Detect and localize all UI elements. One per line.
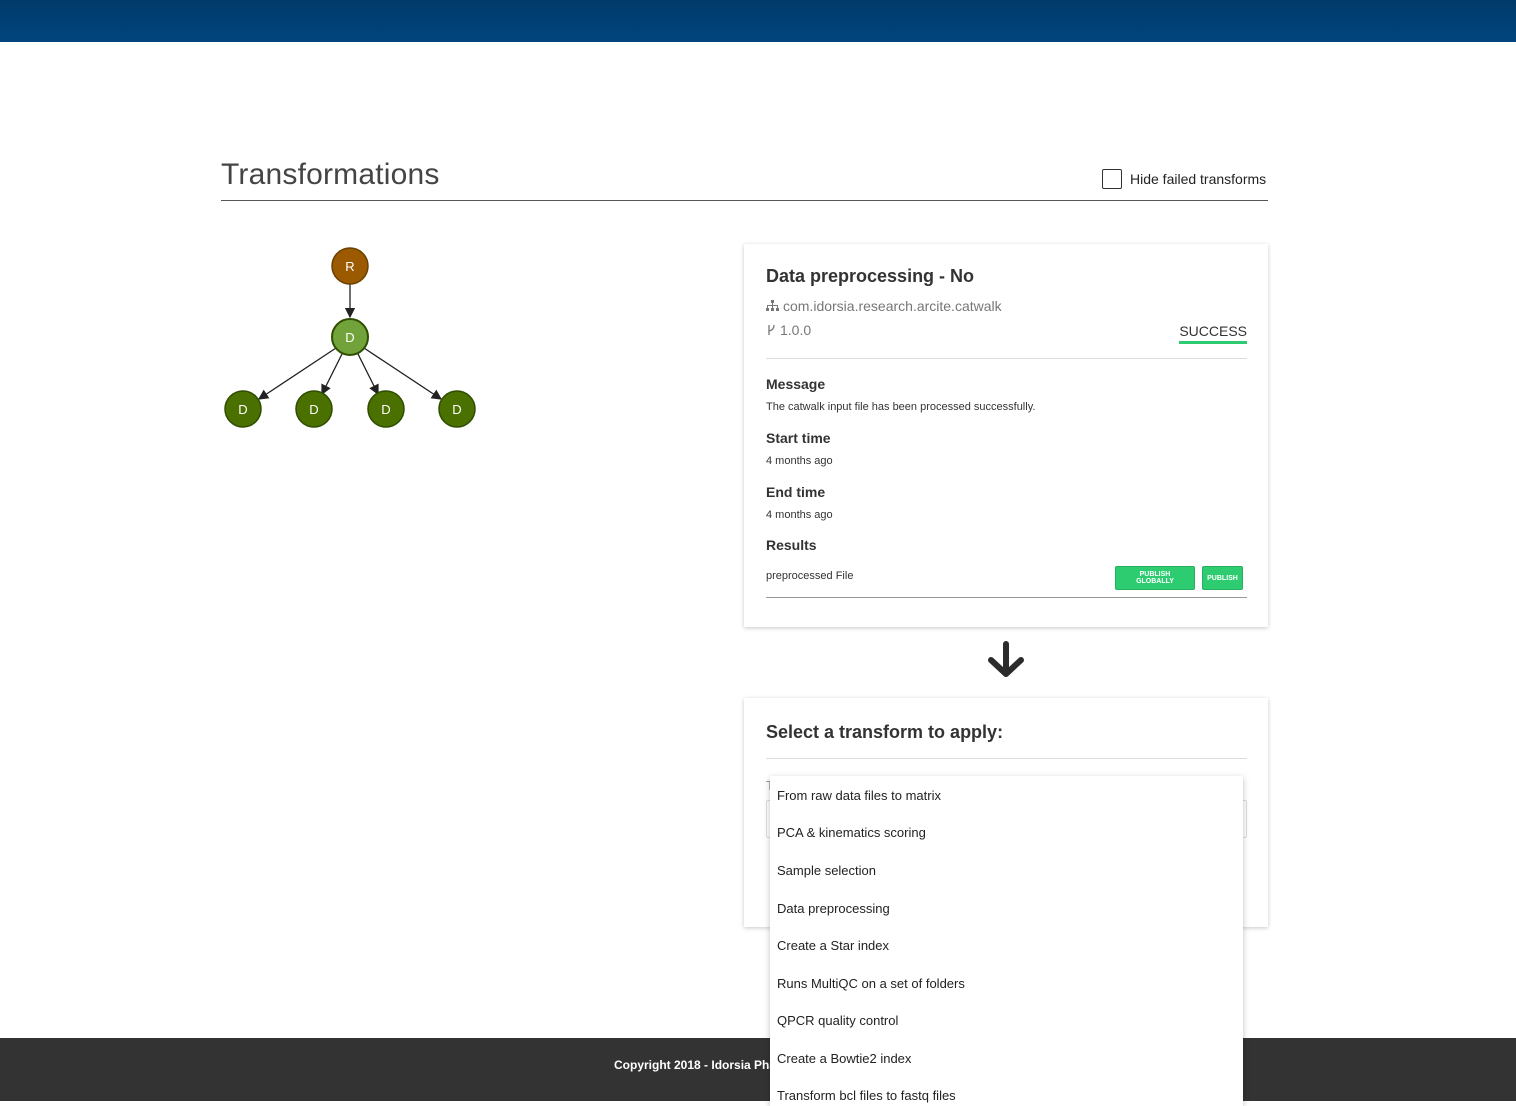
graph-node-label: D xyxy=(381,402,390,417)
page-title: Transformations xyxy=(221,158,440,191)
graph-node-child[interactable]: D xyxy=(224,390,262,428)
graph-edge xyxy=(363,347,443,400)
hide-failed-checkbox[interactable] xyxy=(1102,169,1122,189)
version-row: 1.0.0 xyxy=(766,322,811,338)
result-name: preprocessed File xyxy=(766,570,854,582)
end-time-label: End time xyxy=(766,484,826,500)
dropdown-option[interactable]: Runs MultiQC on a set of folders xyxy=(777,976,965,991)
graph-node-label: D xyxy=(309,402,318,417)
graph-edge xyxy=(321,353,343,396)
publish-globally-button[interactable]: PUBLISH GLOBALLY xyxy=(1115,566,1195,590)
apply-transform-title: Select a transform to apply: xyxy=(766,722,1004,742)
graph-node-label: R xyxy=(345,259,354,274)
message-label: Message xyxy=(766,376,826,392)
end-time-value: 4 months ago xyxy=(766,509,833,521)
dropdown-option[interactable]: Sample selection xyxy=(777,863,876,878)
transform-detail-card: Data preprocessing - No com.idorsia.rese… xyxy=(744,244,1268,627)
version-number: 1.0.0 xyxy=(780,322,812,338)
graph-node-child[interactable]: D xyxy=(295,390,333,428)
branch-icon xyxy=(768,324,775,335)
graph-node-label: D xyxy=(452,402,461,417)
dropdown-option[interactable]: QPCR quality control xyxy=(777,1013,898,1028)
graph-edge xyxy=(357,353,379,396)
title-divider xyxy=(221,200,1268,201)
copyright-text: Copyright 2018 - Idorsia Pha xyxy=(614,1058,777,1072)
graph-node-selected[interactable]: D xyxy=(331,318,369,356)
start-time-value: 4 months ago xyxy=(766,455,833,467)
footer: Copyright 2018 - Idorsia Pha xyxy=(0,1038,1516,1101)
dropdown-option[interactable]: Create a Bowtie2 index xyxy=(777,1051,911,1066)
dropdown-option[interactable]: From raw data files to matrix xyxy=(777,788,941,803)
results-divider xyxy=(766,597,1247,598)
transform-graph: R D D D D D xyxy=(224,247,476,428)
transform-dropdown-menu[interactable]: From raw data files to matrix PCA & kine… xyxy=(770,776,1243,1106)
arrow-down-icon xyxy=(988,641,1024,677)
graph-node-child[interactable]: D xyxy=(367,390,405,428)
sitemap-icon xyxy=(766,300,779,311)
results-label: Results xyxy=(766,537,817,553)
message-text: The catwalk input file has been processe… xyxy=(766,401,1036,413)
graph-node-label: D xyxy=(345,330,354,345)
graph-node-child[interactable]: D xyxy=(438,390,476,428)
hide-failed-toggle[interactable]: Hide failed transforms xyxy=(1102,169,1266,189)
dropdown-option[interactable]: PCA & kinematics scoring xyxy=(777,825,926,840)
start-time-label: Start time xyxy=(766,430,831,446)
dropdown-option[interactable]: Data preprocessing xyxy=(777,901,890,916)
card-divider xyxy=(766,358,1247,359)
graph-node-root[interactable]: R xyxy=(331,247,369,285)
graph-edge xyxy=(257,347,337,400)
card-divider xyxy=(766,758,1247,759)
top-navbar xyxy=(0,0,1516,42)
transform-title: Data preprocessing - No xyxy=(766,266,975,286)
publish-button[interactable]: PUBLISH xyxy=(1202,566,1243,590)
dropdown-option[interactable]: Create a Star index xyxy=(777,938,889,953)
hide-failed-label: Hide failed transforms xyxy=(1130,171,1267,187)
package-name: com.idorsia.research.arcite.catwalk xyxy=(783,298,1002,314)
status-badge: SUCCESS xyxy=(1179,323,1247,344)
graph-node-label: D xyxy=(238,402,247,417)
package-row: com.idorsia.research.arcite.catwalk xyxy=(766,298,1002,314)
